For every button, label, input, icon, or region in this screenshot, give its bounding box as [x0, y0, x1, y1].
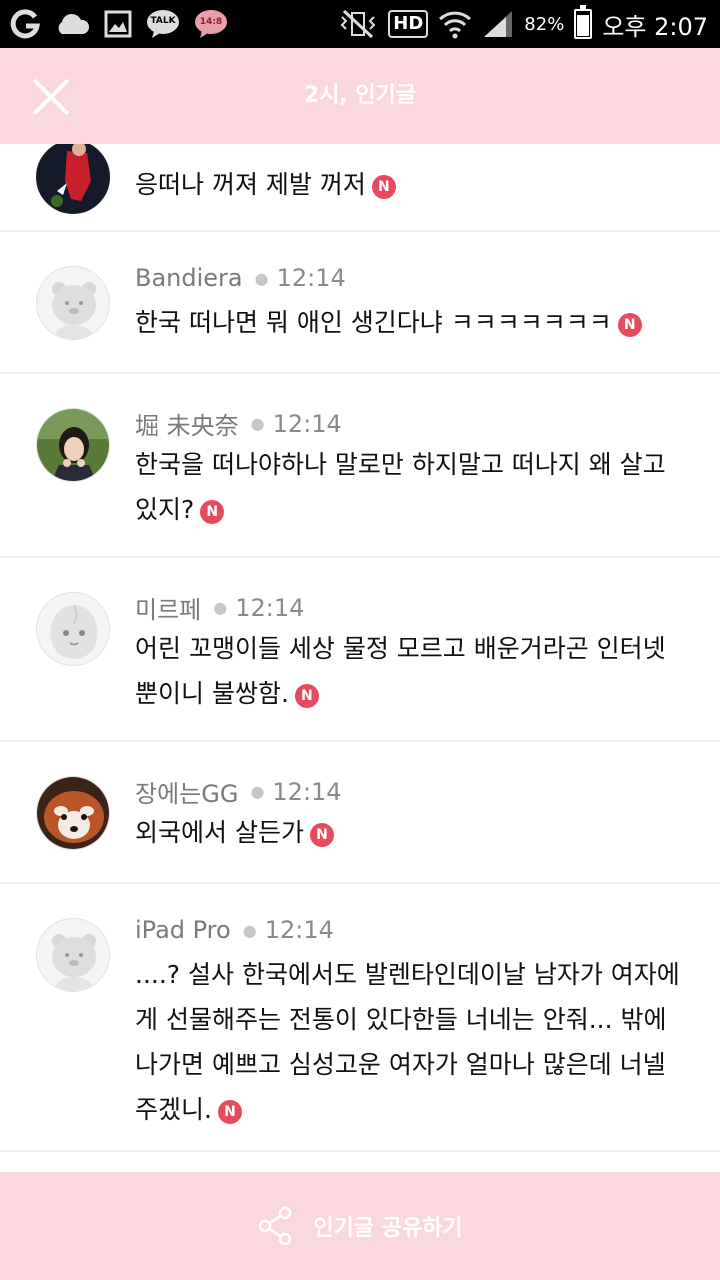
share-button-label[interactable]: 인기글 공유하기: [313, 1210, 462, 1242]
comment-text-row: 외국에서 살든가 N: [135, 810, 680, 855]
comment-text: 외국에서 살든가: [135, 818, 304, 847]
mute-vibrate-icon: [340, 9, 376, 39]
soccer-player-photo: [37, 144, 109, 213]
comment-time: 12:14: [264, 916, 334, 944]
comment-text-row: ....? 설사 한국에서도 발렌타인데이날 남자가 여자에게 선물해주는 전통…: [135, 952, 680, 1132]
red-panda-photo: [37, 777, 109, 849]
comment-list[interactable]: 응떠나 꺼져 제발 꺼저 N Bandiera ● 12:14 한국 떠나면 뭐 …: [0, 144, 720, 1172]
comment-meta: 堀 未央奈 ● 12:14: [135, 406, 342, 441]
share-icon: [259, 1206, 292, 1246]
new-badge: N: [217, 1100, 242, 1124]
comment-text-row: 한국 떠나면 뭐 애인 생긴다냐 ㅋㅋㅋㅋㅋㅋㅋ N: [135, 300, 680, 345]
comment-text-row: 어린 꼬맹이들 세상 물정 모르고 배운거라곤 인터넷 뿐이니 불쌍함. N: [135, 626, 680, 716]
list-item[interactable]: 장에는GG ● 12:14 외국에서 살든가 N: [0, 742, 720, 884]
share-footer[interactable]: 인기글 공유하기: [0, 1172, 720, 1280]
comment-author[interactable]: 堀 未央奈: [135, 406, 239, 441]
separator-dot: ●: [213, 598, 228, 617]
avatar[interactable]: [36, 592, 110, 666]
page-title: 2시, 인기글: [303, 83, 417, 108]
wifi-icon: [439, 11, 472, 39]
comment-text: 한국 떠나면 뭐 애인 생긴다냐 ㅋㅋㅋㅋㅋㅋㅋ: [135, 308, 612, 337]
avatar[interactable]: [36, 408, 110, 482]
kakaotalk-icon: TALK: [146, 9, 180, 39]
comment-meta: iPad Pro ● 12:14: [135, 916, 334, 944]
status-bar-right: HD 82% 오후 2:07: [338, 0, 708, 48]
separator-dot: ●: [250, 414, 265, 433]
list-item[interactable]: 堀 未央奈 ● 12:14 한국을 떠나야하나 말로만 하지말고 떠나지 왜 살…: [0, 374, 720, 558]
comment-author[interactable]: Bandiera: [135, 264, 243, 292]
avatar[interactable]: [36, 776, 110, 850]
comment-text-row: 응떠나 꺼져 제발 꺼저 N: [135, 162, 680, 207]
battery-percent: 82%: [524, 13, 565, 35]
comment-time: 12:14: [272, 409, 342, 438]
separator-dot: ●: [242, 920, 257, 940]
separator-dot: ●: [250, 782, 265, 801]
comment-meta: 장에는GG ● 12:14: [135, 774, 342, 809]
comment-author[interactable]: iPad Pro: [135, 916, 231, 944]
new-badge: N: [200, 500, 225, 524]
avatar[interactable]: [36, 918, 110, 992]
new-badge: N: [617, 313, 642, 337]
new-badge: N: [309, 823, 334, 847]
cloud-icon: [58, 13, 90, 34]
avatar[interactable]: [36, 266, 110, 340]
comment-text-row: 한국을 떠나야하나 말로만 하지말고 떠나지 왜 살고있지? N: [135, 442, 680, 532]
comment-text: ....? 설사 한국에서도 발렌타인데이날 남자가 여자에게 선물해주는 전통…: [135, 960, 680, 1124]
gallery-icon: [104, 10, 132, 38]
comment-time: 12:14: [235, 593, 305, 622]
comment-time: 12:14: [272, 777, 342, 806]
default-bear-avatar: [37, 919, 109, 991]
signal-icon: [484, 11, 513, 37]
avatar[interactable]: [36, 144, 110, 214]
default-peach-avatar: [37, 593, 109, 665]
comment-author[interactable]: 장에는GG: [135, 774, 238, 809]
list-item[interactable]: iPad Pro ● 12:14 ....? 설사 한국에서도 발렌타인데이날 …: [0, 884, 720, 1152]
comment-meta: 미르페 ● 12:14: [135, 590, 304, 625]
carrier-g-icon: [10, 9, 40, 39]
new-badge: N: [294, 684, 319, 708]
comment-time: 12:14: [276, 264, 346, 292]
separator-dot: ●: [254, 268, 269, 288]
battery-icon: [574, 5, 593, 39]
status-bar-left: TALK 14:8: [10, 6, 228, 42]
notification-bubble-icon: 14:8: [194, 9, 228, 39]
girl-photo: [37, 409, 109, 481]
default-bear-avatar: [37, 267, 109, 339]
comment-author[interactable]: 미르페: [135, 590, 201, 625]
comment-text: 어린 꼬맹이들 세상 물정 모르고 배운거라곤 인터넷 뿐이니 불쌍함.: [135, 634, 666, 708]
new-badge: N: [371, 175, 396, 199]
top-header: 2시, 인기글: [0, 48, 720, 144]
clock: 오후 2:07: [602, 12, 708, 41]
notification-bubble-text: 14:8: [199, 17, 223, 27]
list-item[interactable]: 미르페 ● 12:14 어린 꼬맹이들 세상 물정 모르고 배운거라곤 인터넷 …: [0, 558, 720, 742]
list-item[interactable]: Bandiera ● 12:14 한국 떠나면 뭐 애인 생긴다냐 ㅋㅋㅋㅋㅋㅋ…: [0, 232, 720, 374]
comment-text: 응떠나 꺼져 제발 꺼저: [135, 170, 366, 199]
status-bar: TALK 14:8 HD 82% 오후 2:07: [0, 0, 720, 48]
kakaotalk-icon-text: TALK: [150, 16, 176, 26]
hd-icon: HD: [388, 10, 429, 38]
list-item[interactable]: 응떠나 꺼져 제발 꺼저 N: [0, 144, 720, 232]
comment-meta: Bandiera ● 12:14: [135, 264, 346, 292]
